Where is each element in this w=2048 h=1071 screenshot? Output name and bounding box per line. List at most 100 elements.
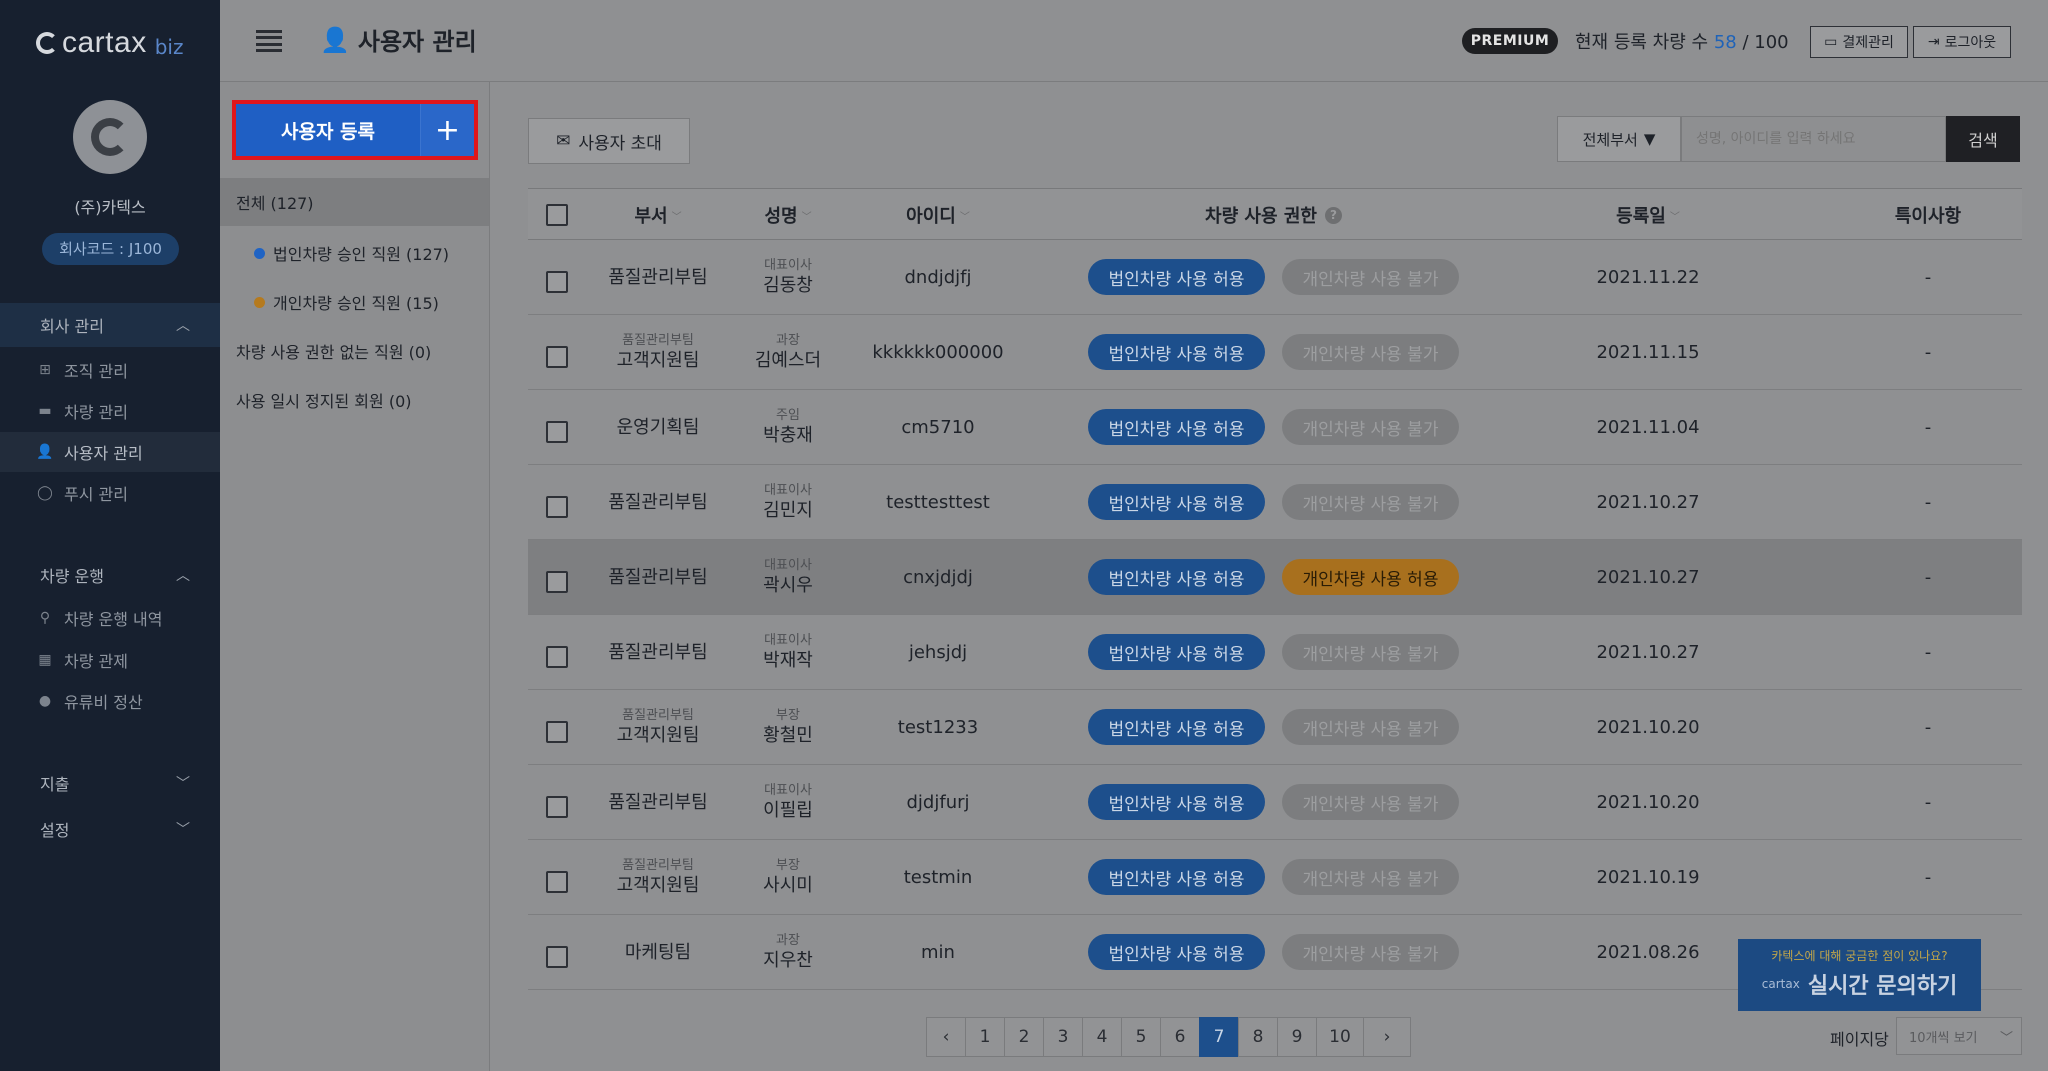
corp-permission-pill[interactable]: 법인차량 사용 허용 [1088,484,1265,520]
page-button[interactable]: 8 [1238,1017,1278,1057]
menu-item-drive-log[interactable]: ⚲ 차량 운행 내역 [0,598,220,638]
row-checkbox[interactable] [546,496,568,518]
menu-item-fuel[interactable]: ● 유류비 정산 [0,681,220,721]
next-page-button[interactable]: › [1363,1017,1411,1057]
filter-suspended[interactable]: 사용 일시 정지된 회원 (0) [236,388,412,412]
row-checkbox[interactable] [546,646,568,668]
page-button[interactable]: 10 [1316,1017,1364,1057]
corp-permission-pill[interactable]: 법인차량 사용 허용 [1088,934,1265,970]
table-row[interactable]: 품질관리부팀 대표이사 곽시우 cnxjdjdj 법인차량 사용 허용 개인차량 사용 허… [528,540,2022,615]
live-chat-banner[interactable]: 카텍스에 대해 궁금한 점이 있나요? cartax 실시간 문의하기 [1738,939,1981,1011]
row-checkbox[interactable] [546,871,568,893]
department-select-value: 전체부서 [1582,130,1638,149]
page-button[interactable]: 3 [1043,1017,1083,1057]
search-button[interactable]: 검색 [1946,116,2020,162]
search-input[interactable] [1681,116,1946,162]
help-icon[interactable]: ? [1324,206,1342,224]
menu-section-settings[interactable]: 설정 ﹀ [0,807,220,851]
department-select[interactable]: 전체부서 ▼ [1557,116,1681,162]
personal-dot-icon [254,296,265,308]
page-button[interactable]: 1 [965,1017,1005,1057]
corp-permission-pill[interactable]: 법인차량 사용 허용 [1088,709,1265,745]
dept-name: 품질관리부팀 [608,491,708,513]
personal-permission-pill[interactable]: 개인차량 사용 불가 [1282,934,1459,970]
corp-permission-pill[interactable]: 법인차량 사용 허용 [1088,409,1265,445]
table-row[interactable]: 품질관리부팀 고객지원팀 과장 김예스더 kkkkkk000000 법인차량 사용 허용 개… [528,315,2022,390]
page-button[interactable]: 4 [1082,1017,1122,1057]
table-row[interactable]: 품질관리부팀 대표이사 김동창 dndjdjfj 법인차량 사용 허용 개인차량 사용 불… [528,240,2022,315]
page-button[interactable]: 5 [1121,1017,1161,1057]
header-date[interactable]: 등록일 ﹀ [1548,189,1748,241]
table-row[interactable]: 품질관리부팀 대표이사 이필립 djdjfurj 법인차량 사용 허용 개인차량 사용 불… [528,765,2022,840]
menu-item-users[interactable]: 👤 사용자 관리 [0,432,220,472]
dept-name: 품질관리부팀 [608,641,708,663]
cell-date: 2021.10.20 [1596,792,1700,813]
hamburger-menu-icon[interactable] [256,30,282,52]
page-button[interactable]: 6 [1160,1017,1200,1057]
table-row[interactable]: 품질관리부팀 대표이사 김민지 testtesttest 법인차량 사용 허용 개인차량 … [528,465,2022,540]
table-row[interactable]: 품질관리부팀 고객지원팀 부장 황철민 test1233 법인차량 사용 허용 개인차량 사… [528,690,2022,765]
filter-no-permission[interactable]: 차량 사용 권한 없는 직원 (0) [236,339,431,363]
row-checkbox[interactable] [546,271,568,293]
table-row[interactable]: 품질관리부팀 고객지원팀 부장 사시미 testmin 법인차량 사용 허용 개인차량 사용… [528,840,2022,915]
menu-section-driving[interactable]: 차량 운행 ︿ [0,553,220,597]
menu-section-company[interactable]: 회사 관리 ︿ [0,303,220,347]
menu-item-push[interactable]: ◯ 푸시 관리 [0,473,220,513]
menu-item-org[interactable]: ⊞ 조직 관리 [0,350,220,390]
register-user-button[interactable]: 사용자 등록 + [232,100,478,160]
personal-permission-pill[interactable]: 개인차량 사용 불가 [1282,709,1459,745]
menu-item-tracking[interactable]: ▦ 차량 관제 [0,640,220,680]
page-button[interactable]: 7 [1199,1017,1239,1057]
premium-badge: PREMIUM [1462,28,1558,54]
filter-corp-approved[interactable]: 법인차량 승인 직원 (127) [254,241,449,265]
corp-permission-pill[interactable]: 법인차량 사용 허용 [1088,334,1265,370]
page-button[interactable]: 2 [1004,1017,1044,1057]
page-button[interactable]: 9 [1277,1017,1317,1057]
select-all-checkbox[interactable] [546,204,568,226]
menu-item-vehicle[interactable]: ▬ 차량 관리 [0,391,220,431]
personal-permission-pill[interactable]: 개인차량 사용 불가 [1282,634,1459,670]
invite-user-button[interactable]: ✉ 사용자 초대 [528,118,690,164]
row-checkbox[interactable] [546,946,568,968]
header-id[interactable]: 아이디 ﹀ [858,189,1018,241]
dept-name: 운영기획팀 [616,416,700,438]
table-row[interactable]: 운영기획팀 주임 박충재 cm5710 법인차량 사용 허용 개인차량 사용 불가 2021… [528,390,2022,465]
filter-personal-approved[interactable]: 개인차량 승인 직원 (15) [254,290,439,314]
cell-id: cnxjdjdj [903,567,973,588]
corp-permission-pill[interactable]: 법인차량 사용 허용 [1088,784,1265,820]
cell-dept: 마케팅팀 [598,915,718,990]
corp-permission-pill[interactable]: 법인차량 사용 허용 [1088,634,1265,670]
table-row[interactable]: 품질관리부팀 대표이사 박재작 jehsjdj 법인차량 사용 허용 개인차량 사용 불가… [528,615,2022,690]
cartax-logo[interactable]: cartax biz [36,26,183,60]
user-name: 곽시우 [763,574,813,596]
personal-permission-pill[interactable]: 개인차량 사용 불가 [1282,484,1459,520]
row-checkbox[interactable] [546,421,568,443]
chevron-down-icon: ﹀ [1999,1030,2013,1046]
personal-permission-pill[interactable]: 개인차량 사용 허용 [1282,559,1459,595]
corp-permission-pill[interactable]: 법인차량 사용 허용 [1088,559,1265,595]
personal-permission-pill[interactable]: 개인차량 사용 불가 [1282,334,1459,370]
header-dept[interactable]: 부서 ﹀ [598,189,718,241]
billing-button[interactable]: ▭ 결제관리 [1810,26,1908,58]
menu-section-label: 회사 관리 [40,317,104,336]
row-checkbox[interactable] [546,721,568,743]
corp-permission-pill[interactable]: 법인차량 사용 허용 [1088,259,1265,295]
corp-permission-pill[interactable]: 법인차량 사용 허용 [1088,859,1265,895]
row-checkbox[interactable] [546,346,568,368]
personal-permission-pill[interactable]: 개인차량 사용 불가 [1282,259,1459,295]
row-checkbox[interactable] [546,571,568,593]
filter-all[interactable]: 전체 (127) [220,178,489,226]
per-page-select[interactable]: 10개씩 보기 ﹀ [1896,1017,2022,1055]
personal-permission-pill[interactable]: 개인차량 사용 불가 [1282,859,1459,895]
job-title: 과장 [776,332,800,348]
header-name[interactable]: 성명 ﹀ [728,189,848,241]
cell-dept: 품질관리부팀 고객지원팀 [598,315,718,390]
personal-permission-pill[interactable]: 개인차량 사용 불가 [1282,784,1459,820]
prev-page-button[interactable]: ‹ [926,1017,966,1057]
personal-permission-pill[interactable]: 개인차량 사용 불가 [1282,409,1459,445]
dept-name: 고객지원팀 [616,349,700,371]
cell-dept: 품질관리부팀 고객지원팀 [598,840,718,915]
menu-section-expense[interactable]: 지출 ﹀ [0,761,220,805]
logout-button[interactable]: ⇥ 로그아웃 [1913,26,2011,58]
row-checkbox[interactable] [546,796,568,818]
